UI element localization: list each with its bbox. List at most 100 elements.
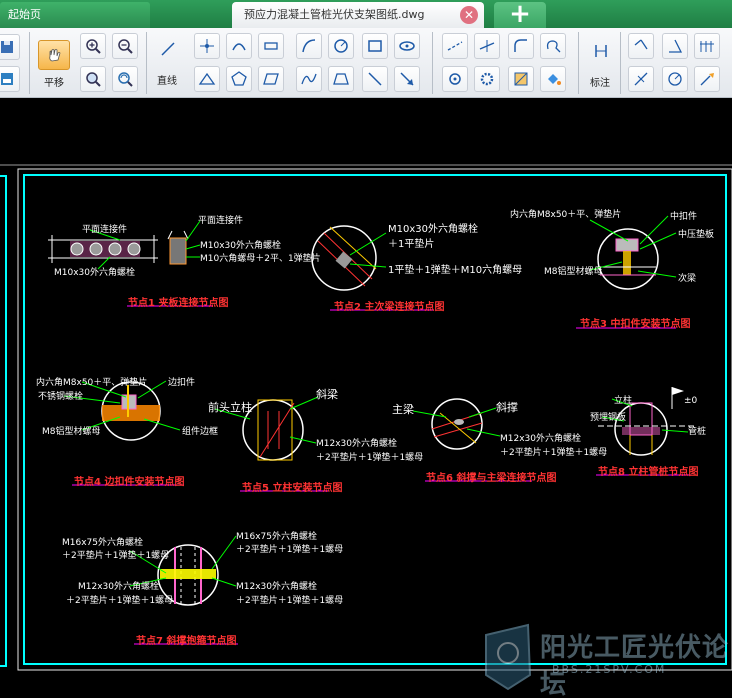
node4-module-label: 组件边框 (182, 427, 219, 437)
circle-tool-icon[interactable] (328, 33, 354, 59)
node7-washer-bottom-left: ＋2平垫片＋1弹垫＋1螺母 (66, 596, 174, 606)
ray-tool-icon[interactable] (362, 66, 388, 92)
pan-label: 平移 (44, 78, 64, 89)
node1-clip-label-side: 平面连接件 (198, 216, 244, 226)
node4-nut-label: M8铝型材螺母 (42, 427, 101, 437)
node4-steel-label: 不锈钢螺栓 (38, 392, 84, 402)
node7-bolt-top-right: M16x75外六角螺栓 (236, 532, 317, 542)
tab-home-label: 起始页 (8, 8, 41, 21)
node3-panel-label: 中压垫板 (678, 230, 715, 240)
drawing-canvas[interactable]: 平面连接件 M10x30外六角螺栓 平面连接件 M10x30外六角螺栓 M10六… (0, 99, 732, 698)
tab-home[interactable]: 起始页 (0, 2, 150, 28)
watermark-logo (485, 623, 532, 691)
extend-tool-icon[interactable] (474, 33, 500, 59)
node8-caption: 节点8 立柱管桩节点图 (598, 467, 699, 478)
toolbar-separator (578, 32, 579, 94)
gear-icon[interactable] (474, 66, 500, 92)
pan-button[interactable] (38, 40, 70, 70)
tab-drawing-label: 预应力混凝土管桩光伏支架图纸.dwg (244, 8, 425, 21)
hatch-tool-icon[interactable] (508, 66, 534, 92)
node8-detail (596, 387, 694, 476)
node2-washer-label: ＋1平垫片 (388, 239, 435, 250)
radius-dimension-icon[interactable] (662, 66, 688, 92)
parallelogram-tool-icon[interactable] (258, 66, 284, 92)
node8-column-label: 立柱 (614, 396, 633, 406)
fill-tool-icon[interactable] (540, 66, 566, 92)
node1-washer-label-side: M10六角螺母＋2平、1弹垫片 (200, 254, 321, 264)
tab-bar: 起始页 预应力混凝土管桩光伏支架图纸.dwg ✕ + (0, 0, 732, 28)
node5-column-label: 前头立柱 (208, 401, 252, 414)
node3-bolt-label: M8铝型材螺母 (544, 267, 603, 277)
toolbar-separator (29, 32, 30, 94)
node7-washer-top-right: ＋2平垫片＋1弹垫＋1螺母 (236, 545, 344, 555)
node5-bolt-label: M12x30外六角螺栓 (316, 439, 397, 449)
zoom-previous-icon[interactable] (112, 66, 138, 92)
trapezoid-tool-icon[interactable] (328, 66, 354, 92)
arrow-tool-icon[interactable] (394, 66, 420, 92)
pan-hand-icon (49, 49, 61, 62)
node8-pile-label: 管桩 (688, 427, 707, 437)
left-sheet-frame (0, 175, 7, 667)
node7-washer-top-left: ＋2平垫片＋1弹垫＋1螺母 (62, 551, 170, 561)
dimension-icon[interactable] (588, 38, 614, 64)
new-tab-button[interactable]: + (494, 1, 546, 28)
lasso-tool-icon[interactable] (540, 33, 566, 59)
polygon-tool-icon[interactable] (226, 66, 252, 92)
node7-caption: 节点7 斜撑抱箍节点图 (136, 636, 237, 647)
node6-main-label: 主梁 (392, 403, 414, 416)
node8-level-label: ±0 (684, 396, 698, 406)
node8-embed-label: 预埋钢板 (590, 413, 627, 423)
spline-tool-icon[interactable] (296, 33, 322, 59)
aligned-dimension-icon[interactable] (628, 33, 654, 59)
zoom-extents-icon[interactable] (80, 66, 106, 92)
node4-clamp-label: 边扣件 (168, 378, 196, 388)
angle-dimension-icon[interactable] (662, 33, 688, 59)
line-tool-label: 直线 (157, 76, 177, 87)
cad-viewer-window: 起始页 预应力混凝土管桩光伏支架图纸.dwg ✕ + 平移 直线 标注 平面连接… (0, 0, 732, 698)
trim-tool-icon[interactable] (442, 33, 468, 59)
node4-top-label: 内六角M8x50＋平、弹垫片 (36, 378, 148, 388)
continue-dimension-icon[interactable] (694, 33, 720, 59)
fillet-tool-icon[interactable] (508, 33, 534, 59)
ellipse-tool-icon[interactable] (394, 33, 420, 59)
node5-caption: 节点5 立柱安装节点图 (242, 483, 343, 494)
line-tool-icon[interactable] (155, 36, 181, 62)
point-tool-icon[interactable] (194, 33, 220, 59)
arc-tool-icon[interactable] (226, 33, 252, 59)
zoom-in-icon[interactable] (80, 33, 106, 59)
node1-clip-label: 平面连接件 (82, 225, 128, 235)
ordinate-dimension-icon[interactable] (628, 66, 654, 92)
toolbar-separator (146, 32, 147, 94)
tab-drawing[interactable]: 预应力混凝土管桩光伏支架图纸.dwg ✕ (232, 2, 484, 28)
curve-tool-icon[interactable] (296, 66, 322, 92)
node6-caption: 节点6 斜撑与主梁连接节点图 (426, 473, 557, 484)
node3-beam-label: 次梁 (678, 274, 697, 284)
save-icon[interactable] (0, 34, 20, 60)
node7-bolt-bottom-right: M12x30外六角螺栓 (236, 582, 317, 592)
node1-caption: 节点1 夹板连接节点图 (128, 298, 229, 309)
close-tab-icon[interactable]: ✕ (460, 6, 478, 24)
toolbar-separator (432, 32, 433, 94)
node7-bolt-top-left: M16x75外六角螺栓 (62, 538, 143, 548)
node6-washer-label: ＋2平垫片＋1弹垫＋1螺母 (500, 448, 608, 458)
node6-bolt-label: M12x30外六角螺栓 (500, 434, 581, 444)
node2-bolt-label: M10x30外六角螺栓 (388, 224, 478, 235)
node2-caption: 节点2 主次梁连接节点图 (334, 302, 445, 313)
node3-clamp-label: 中扣件 (670, 212, 698, 222)
node3-top-label: 内六角M8x50＋平、弹垫片 (510, 210, 622, 220)
rotate-tool-icon[interactable] (442, 66, 468, 92)
leader-dimension-icon[interactable] (694, 66, 720, 92)
node3-caption: 节点3 中扣件安装节点图 (580, 319, 691, 330)
triangle-tool-icon[interactable] (194, 66, 220, 92)
watermark-url: BBS.21SPV.COM (552, 663, 667, 676)
node5-brace-label: 斜梁 (316, 388, 338, 401)
export-icon[interactable] (0, 66, 20, 92)
rectangle-tool-icon[interactable] (362, 33, 388, 59)
node1-bolt-label-side: M10x30外六角螺栓 (200, 241, 281, 251)
toolbar-separator (620, 32, 621, 94)
drawing-toolbar: 平移 直线 标注 (0, 28, 732, 98)
zoom-out-icon[interactable] (112, 33, 138, 59)
polyline-tool-icon[interactable] (258, 33, 284, 59)
node7-bolt-bottom-left: M12x30外六角螺栓 (78, 582, 159, 592)
dimension-label: 标注 (590, 78, 610, 89)
